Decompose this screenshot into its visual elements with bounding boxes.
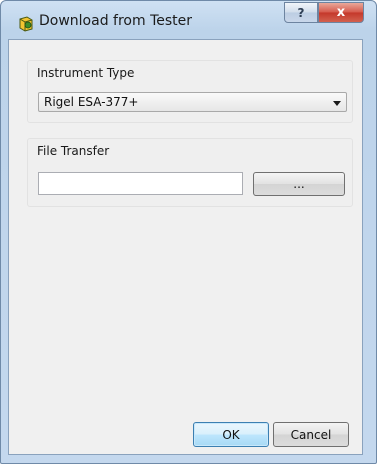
close-button[interactable]: x — [318, 2, 364, 23]
instrument-type-value: Rigel ESA-377+ — [44, 95, 139, 109]
title-bar[interactable]: Download from Tester ? x — [1, 1, 376, 39]
file-transfer-group: File Transfer ... — [27, 138, 353, 207]
file-path-input[interactable] — [38, 172, 243, 195]
cancel-button[interactable]: Cancel — [273, 422, 349, 447]
help-button[interactable]: ? — [284, 2, 318, 23]
window-title: Download from Tester — [39, 13, 193, 29]
dialog-window: Download from Tester ? x Instrument Type… — [0, 0, 377, 464]
instrument-type-group: Instrument Type Rigel ESA-377+ — [27, 60, 353, 123]
browse-button[interactable]: ... — [253, 172, 345, 196]
file-transfer-label: File Transfer — [37, 144, 110, 158]
instrument-type-label: Instrument Type — [37, 66, 135, 80]
chevron-down-icon — [333, 101, 341, 106]
instrument-type-dropdown[interactable]: Rigel ESA-377+ — [38, 92, 347, 112]
ok-button[interactable]: OK — [193, 422, 269, 447]
instrument-app-icon — [19, 16, 33, 32]
